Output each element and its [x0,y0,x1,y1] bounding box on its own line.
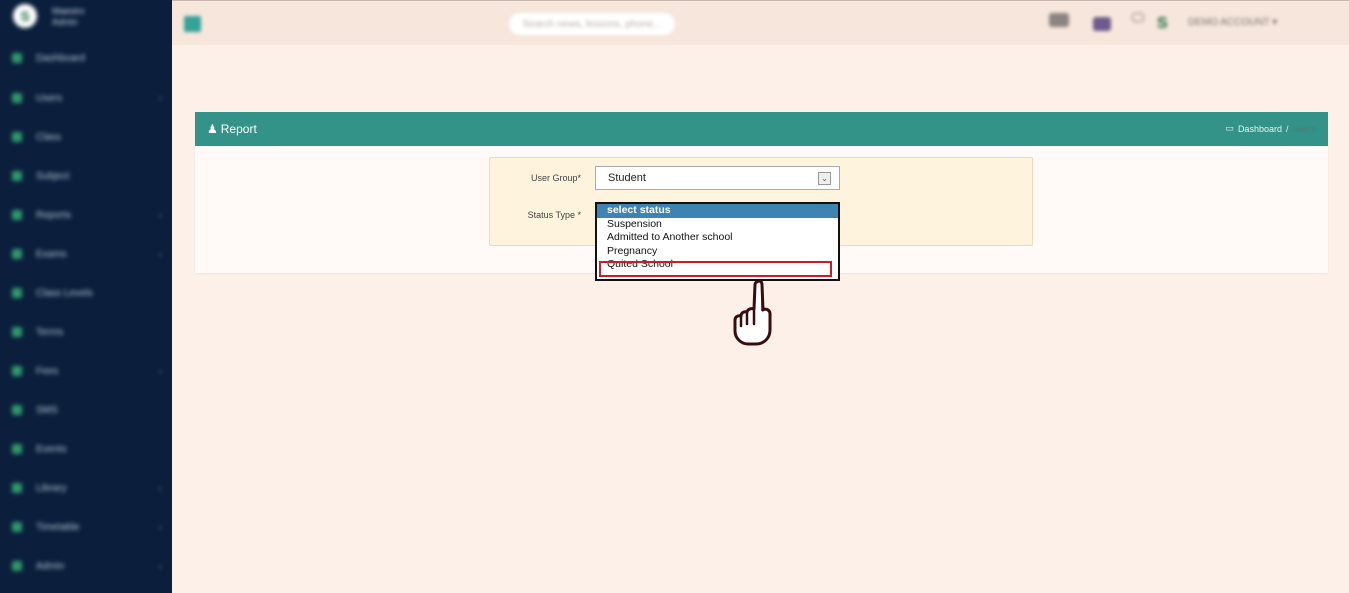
sidebar-item-exams[interactable]: Exams ‹ [12,246,162,262]
flag-icon[interactable] [1093,17,1111,31]
status-option-select-status[interactable]: select status [597,204,838,218]
pointing-hand-icon [733,279,772,346]
sidebar-item-label: Terms [36,326,64,338]
account-label: DEMO ACCOUNT [1188,17,1270,28]
timetable-icon [12,522,22,532]
user-icon: ♟ [207,122,218,136]
user-group-select[interactable]: Student ⌄ [595,166,840,190]
library-icon [12,483,22,493]
breadcrumb-current: Users [1292,123,1316,134]
mail-icon[interactable] [1132,13,1144,22]
sidebar-item-terms[interactable]: Terms [12,324,162,340]
sidebar-item-timetable[interactable]: Timetable ‹ [12,519,162,535]
chevron-down-icon: ▾ [1272,17,1278,28]
chevron-left-icon: ‹ [159,522,162,532]
chevron-left-icon: ‹ [159,561,162,571]
panel-title: Report [220,122,257,136]
top-header: Search news, lessons, phone... S DEMO AC… [172,0,1349,45]
sidebar-item-label: Class Levels [36,287,93,299]
user-group-label: User Group* [530,173,581,183]
breadcrumb-home[interactable]: Dashboard [1238,124,1282,134]
sidebar-item-label: Dashboard [36,52,85,64]
panel-header: ♟ Report [195,112,1328,146]
sidebar-item-subject[interactable]: Subject [12,168,162,184]
status-option-pregnancy[interactable]: Pregnancy [597,245,838,259]
levels-icon [12,288,22,298]
sidebar: S Maestro Admin Dashboard Users ‹ Class S… [0,0,172,593]
terms-icon [12,327,22,337]
brand-line-1: Maestro [52,6,85,16]
sidebar-item-users[interactable]: Users ‹ [12,90,162,106]
sidebar-item-label: Exams [36,248,67,260]
chevron-left-icon: ‹ [159,210,162,220]
status-option-admitted[interactable]: Admitted to Another school [597,231,838,245]
chevron-down-icon[interactable]: ⌄ [818,172,831,185]
account-menu[interactable]: DEMO ACCOUNT ▾ [1188,17,1277,28]
sidebar-item-label: Class [36,131,62,143]
subject-icon [12,171,22,181]
brand-line-2: Admin [52,17,78,27]
admin-icon [12,561,22,571]
sms-icon [12,405,22,415]
users-icon [12,93,22,103]
account-avatar-icon[interactable]: S [1157,15,1175,33]
laptop-icon: ▭ [1225,123,1234,133]
status-type-label: Status Type * [527,210,581,220]
notifications-icon[interactable] [1049,13,1069,27]
events-icon [12,444,22,454]
school-logo-icon[interactable]: S [13,4,37,28]
user-group-value: Student [608,172,646,184]
sidebar-item-class[interactable]: Class [12,129,162,145]
chevron-left-icon: ‹ [159,366,162,376]
sidebar-item-label: Events [36,443,67,455]
class-icon [12,132,22,142]
sidebar-brand: Maestro Admin [52,6,85,28]
sidebar-item-admin[interactable]: Admin ‹ [12,558,162,574]
breadcrumb-separator: / [1285,123,1289,134]
sidebar-item-sms[interactable]: SMS [12,402,162,418]
search-input[interactable]: Search news, lessons, phone... [509,13,675,35]
reports-icon [12,210,22,220]
sidebar-item-label: Reports [36,209,72,221]
fees-icon [12,366,22,376]
sidebar-item-events[interactable]: Events [12,441,162,457]
sidebar-item-reports[interactable]: Reports ‹ [12,207,162,223]
sidebar-item-label: Subject [36,170,70,182]
sidebar-item-dashboard[interactable]: Dashboard [12,50,162,66]
option-highlight-box [599,261,832,277]
sidebar-item-label: Timetable [36,521,80,533]
sidebar-item-label: Library [36,482,67,494]
sidebar-item-label: Fees [36,365,59,377]
sidebar-item-class-levels[interactable]: Class Levels [12,285,162,301]
menu-toggle-icon[interactable] [184,16,201,32]
breadcrumb: ▭ Dashboard / Users [1225,123,1316,134]
sidebar-item-label: SMS [36,404,58,416]
sidebar-item-library[interactable]: Library ‹ [12,480,162,496]
status-option-suspension[interactable]: Suspension [597,218,838,232]
chevron-left-icon: ‹ [159,483,162,493]
exams-icon [12,249,22,259]
chevron-left-icon: ‹ [159,249,162,259]
chevron-left-icon: ‹ [159,93,162,103]
sidebar-item-label: Users [36,92,63,104]
sidebar-item-label: Admin [36,560,65,572]
sidebar-item-fees[interactable]: Fees ‹ [12,363,162,379]
home-icon [12,53,22,63]
